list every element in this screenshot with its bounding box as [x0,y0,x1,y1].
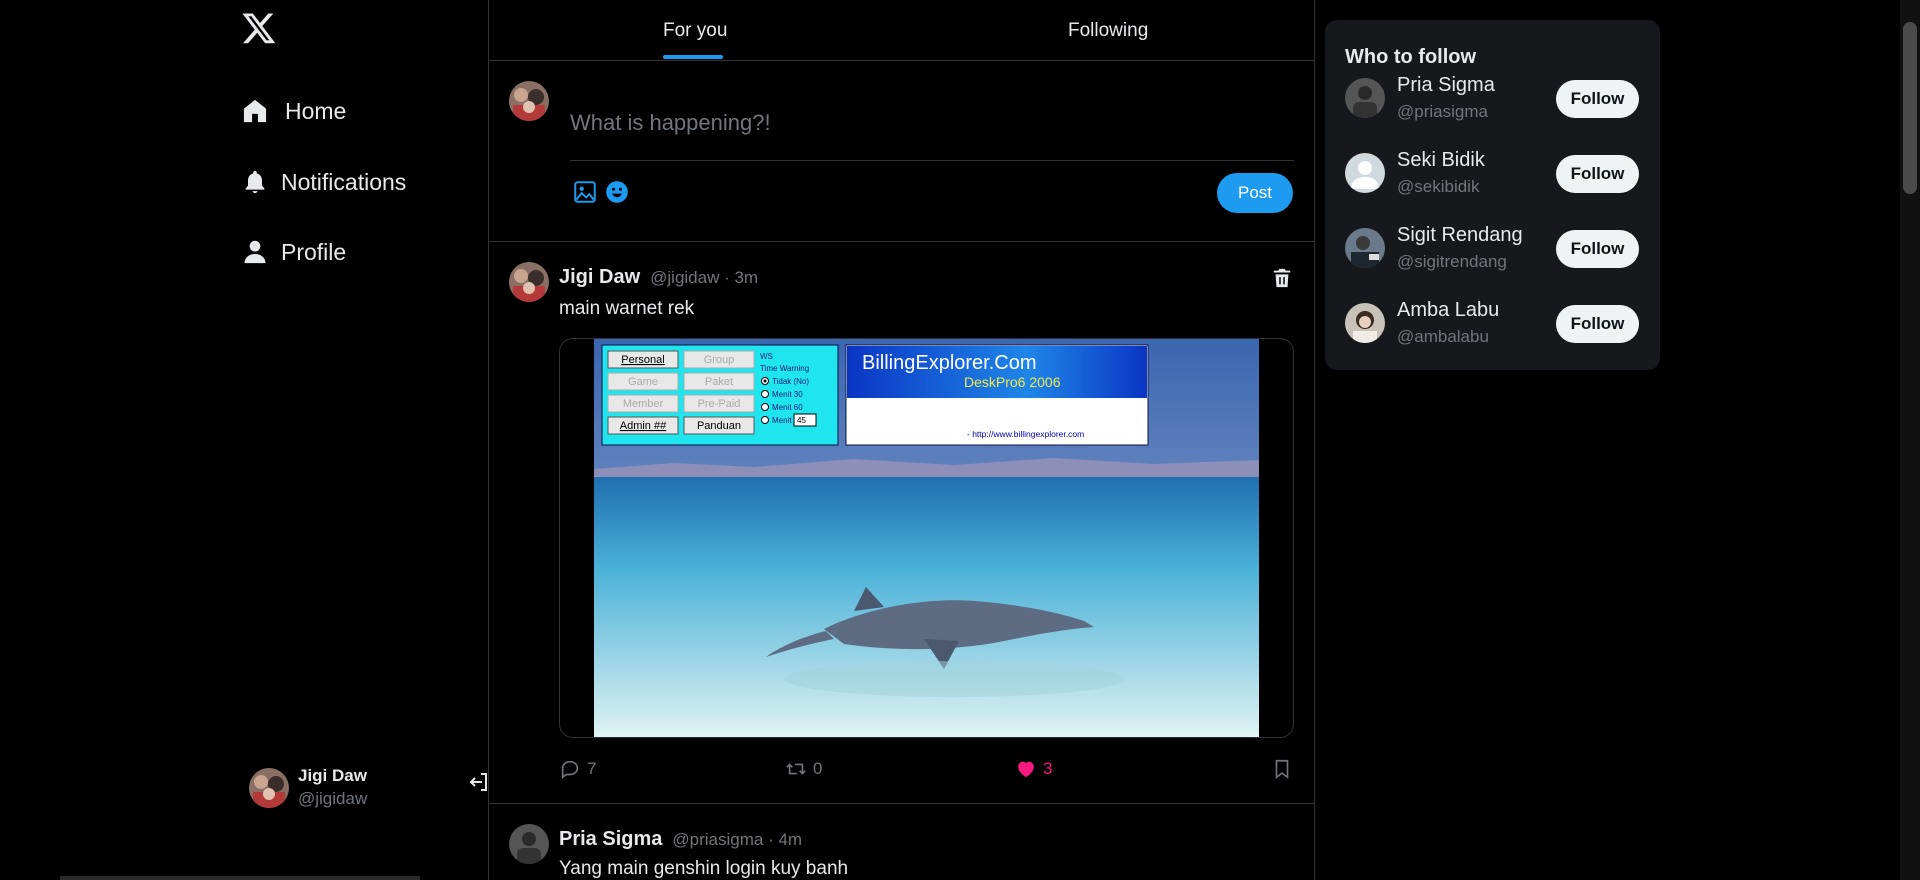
billing-button: Panduan [697,420,741,432]
retweet-count: 0 [813,759,823,778]
like-count: 3 [1043,759,1053,778]
tab-label: Following [1068,20,1149,41]
account-switcher[interactable]: Jigi Daw @jigidaw [249,766,487,809]
warning-option: Menit 30 [772,390,803,399]
suggestion-name: Seki Bidik [1397,149,1485,171]
sidebar-item-profile[interactable]: Profile [241,230,346,274]
sidebar-item-label: Profile [281,238,347,265]
heart-icon [1018,761,1034,778]
suggestion-handle: @ambalabu [1397,327,1489,346]
compose-box: Post [489,61,1314,242]
tab-label: For you [663,20,728,41]
emoji-icon[interactable] [604,179,630,205]
billing-url: - http://www.billingexplorer.com [967,429,1084,439]
horizontal-scrollbar[interactable] [60,876,420,880]
avatar [509,824,549,864]
who-to-follow-panel: Who to follow Pria Sigma @priasigma Foll… [1325,20,1660,370]
follow-suggestion[interactable]: Sigit Rendang @sigitrendang Follow [1345,224,1645,274]
billing-button: Group [704,354,735,366]
tweet-author-name[interactable]: Jigi Daw [559,266,640,289]
tweet-meta: @jigidaw · 3m [650,268,759,287]
billing-button: Personal [621,354,664,366]
billing-product: DeskPro6 2006 [964,374,1061,390]
avatar [1345,153,1385,193]
follow-suggestion[interactable]: Pria Sigma @priasigma Follow [1345,74,1645,124]
timeline-tabs: For you Following [489,0,1314,61]
tweet[interactable]: Jigi Daw @jigidaw · 3m main warnet rek P… [489,242,1314,804]
compose-input[interactable] [570,85,1294,161]
sidebar-item-home[interactable]: Home [241,89,346,133]
retweet-icon [786,763,806,775]
billing-button: Game [628,376,658,388]
suggestion-handle: @sigitrendang [1397,252,1507,271]
avatar [1345,78,1385,118]
suggestion-handle: @priasigma [1397,102,1488,121]
follow-button[interactable]: Follow [1556,155,1639,193]
retweet-button[interactable]: 0 [785,758,822,780]
post-button[interactable]: Post [1217,173,1293,213]
tweet-media[interactable]: Personal Group Game Paket Member Pre-Pai… [559,338,1294,738]
bell-icon [245,170,265,194]
billing-brand: BillingExplorer.Com [862,352,1037,374]
like-button[interactable]: 3 [1015,758,1052,780]
bookmark-button[interactable] [1271,758,1293,780]
tweet[interactable]: Pria Sigma @priasigma · 4m Yang main gen… [489,804,1314,880]
follow-suggestion[interactable]: Amba Labu @ambalabu Follow [1345,299,1645,349]
sidebar-item-notifications[interactable]: Notifications [241,160,406,204]
scrollbar-thumb[interactable] [1903,22,1917,194]
active-tab-indicator [663,55,723,59]
suggestion-name: Pria Sigma [1397,74,1495,96]
sidebar-item-label: Home [285,97,347,124]
bookmark-icon [1275,759,1289,779]
home-icon [243,99,267,123]
reply-count: 7 [587,759,597,778]
tweet-text: Yang main genshin login kuy banh [559,858,849,879]
tweet-actions: 7 0 3 [559,758,1294,788]
main-timeline: For you Following Post Jigi Daw @jigida [489,0,1315,880]
account-name: Jigi Daw [298,766,367,785]
suggestion-name: Sigit Rendang [1397,224,1523,246]
suggestion-handle: @sekibidik [1397,177,1480,196]
billing-button: Member [623,398,664,410]
person-icon [244,240,266,264]
x-logo-icon[interactable] [241,10,281,50]
billing-button: Admin ## [620,420,667,432]
left-sidebar: Home Notifications Profile Jigi Daw @jig… [227,0,489,880]
tab-following[interactable]: Following [902,0,1314,60]
logout-icon[interactable] [467,770,491,794]
reply-button[interactable]: 7 [559,758,596,780]
avatar [249,767,289,808]
warning-option: Tidak (No) [772,377,809,386]
avatar [509,262,549,302]
account-handle: @jigidaw [298,789,368,808]
tweet-text: main warnet rek [559,298,695,319]
tab-for-you[interactable]: For you [489,0,902,60]
minutes-value: 45 [797,416,806,425]
trash-icon[interactable] [1271,266,1293,290]
avatar [509,81,549,121]
tweet-meta: @priasigma · 4m [672,830,803,849]
suggestion-name: Amba Labu [1397,299,1500,321]
follow-button[interactable]: Follow [1556,80,1639,118]
warning-option: Menit 60 [772,403,803,412]
follow-suggestion[interactable]: Seki Bidik @sekibidik Follow [1345,149,1645,199]
sidebar-item-label: Notifications [281,168,407,195]
tweet-author-name[interactable]: Pria Sigma [559,828,662,851]
billing-button: Pre-Paid [698,398,741,410]
panel-title: Who to follow [1345,46,1477,68]
follow-button[interactable]: Follow [1556,230,1639,268]
warning-option: Menit [772,416,792,425]
image-icon[interactable] [572,179,598,205]
reply-icon [561,760,579,779]
avatar [1345,228,1385,268]
time-warning-title: Time Warning [760,364,809,373]
page: Home Notifications Profile Jigi Daw @jig… [0,0,1920,880]
page-scrollbar[interactable] [1900,0,1920,880]
avatar [1345,303,1385,343]
follow-button[interactable]: Follow [1556,305,1639,343]
ws-label: WS [760,352,773,361]
billing-button: Paket [705,376,733,388]
